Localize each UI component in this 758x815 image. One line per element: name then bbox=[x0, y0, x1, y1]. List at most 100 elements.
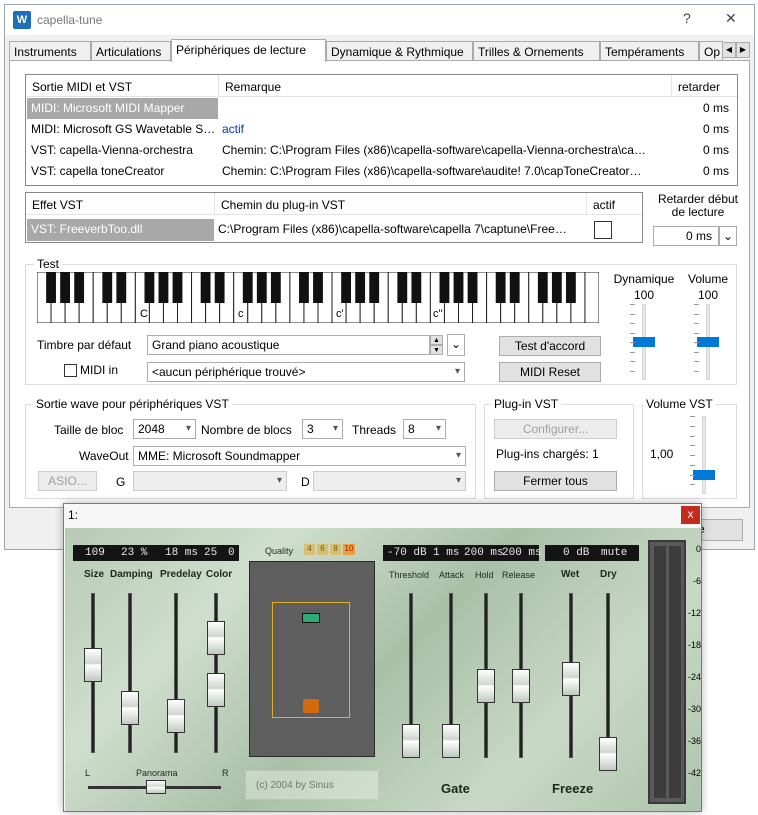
list-item[interactable]: VST: capella toneCreator Chemin: C:\Prog… bbox=[27, 161, 736, 182]
black-key[interactable] bbox=[116, 272, 127, 303]
column-header-remark[interactable]: Remarque bbox=[219, 75, 672, 97]
black-key[interactable] bbox=[172, 272, 183, 303]
dynamics-slider[interactable] bbox=[630, 304, 656, 380]
black-key[interactable] bbox=[144, 272, 155, 303]
black-key[interactable] bbox=[74, 272, 85, 303]
block-size-select[interactable]: 2048 ▾ bbox=[133, 419, 196, 439]
predelay-fader[interactable] bbox=[167, 699, 185, 733]
tab-instruments[interactable]: Instruments bbox=[9, 41, 91, 61]
d-select[interactable]: ▾ bbox=[313, 471, 466, 491]
color-fader-2[interactable] bbox=[207, 673, 225, 707]
black-key[interactable] bbox=[102, 272, 113, 303]
black-key[interactable] bbox=[214, 272, 225, 303]
black-key[interactable] bbox=[341, 272, 352, 303]
black-key[interactable] bbox=[270, 272, 281, 303]
panorama-knob[interactable] bbox=[146, 780, 166, 794]
tab-peripheriques[interactable]: Périphériques de lecture bbox=[171, 39, 326, 62]
piano-keyboard[interactable]: C c c' c'' bbox=[36, 271, 600, 324]
black-key[interactable] bbox=[467, 272, 478, 303]
column-header-output[interactable]: Sortie MIDI et VST bbox=[26, 75, 219, 97]
close-all-button[interactable]: Fermer tous bbox=[494, 471, 617, 491]
quality-4-button[interactable]: 4 bbox=[304, 544, 315, 555]
tab-options[interactable]: Op bbox=[699, 41, 723, 61]
dry-fader[interactable] bbox=[599, 737, 617, 771]
xy-pad[interactable] bbox=[249, 561, 375, 757]
waveout-select[interactable]: MME: Microsoft Soundmapper ▾ bbox=[133, 446, 466, 466]
speaker-icon[interactable] bbox=[302, 613, 320, 623]
tab-trilles[interactable]: Trilles & Ornements bbox=[473, 41, 600, 61]
black-key[interactable] bbox=[551, 272, 562, 303]
vst-volume-slider[interactable] bbox=[690, 416, 716, 494]
black-key[interactable] bbox=[369, 272, 380, 303]
list-item[interactable]: MIDI: Microsoft GS Wavetable S… actif 0 … bbox=[27, 119, 736, 140]
list-item[interactable]: VST: FreeverbToo.dll C:\Program Files (x… bbox=[27, 219, 641, 241]
volume-slider[interactable] bbox=[694, 304, 720, 380]
spin-up-icon[interactable]: ▲ bbox=[430, 335, 443, 345]
tab-scroll-right-icon[interactable]: ▶ bbox=[736, 42, 750, 58]
chevron-down-icon[interactable]: ⌄ bbox=[447, 334, 465, 356]
black-key[interactable] bbox=[242, 272, 253, 303]
column-header-path[interactable]: Chemin du plug-in VST bbox=[215, 193, 587, 215]
tab-articulations[interactable]: Articulations bbox=[91, 41, 171, 61]
quality-10-button[interactable]: 10 bbox=[343, 544, 355, 555]
quality-8-button[interactable]: 8 bbox=[330, 544, 341, 555]
quality-6-button[interactable]: 6 bbox=[317, 544, 328, 555]
asio-button[interactable]: ASIO... bbox=[38, 471, 97, 491]
size-fader[interactable] bbox=[84, 648, 102, 682]
damping-fader[interactable] bbox=[121, 691, 139, 725]
attack-fader[interactable] bbox=[442, 724, 460, 758]
tab-scroll-left-icon[interactable]: ◀ bbox=[722, 42, 736, 58]
block-count-select[interactable]: 3 ▾ bbox=[302, 419, 343, 439]
piano-keys[interactable] bbox=[36, 271, 600, 324]
color-fader[interactable] bbox=[207, 621, 225, 655]
threshold-fader[interactable] bbox=[402, 724, 420, 758]
help-button[interactable]: ? bbox=[683, 10, 691, 26]
vst-effect-list[interactable]: Effet VST Chemin du plug-in VST actif VS… bbox=[25, 192, 643, 243]
test-chord-button[interactable]: Test d'accord bbox=[499, 336, 601, 356]
black-key[interactable] bbox=[397, 272, 408, 303]
black-key[interactable] bbox=[453, 272, 464, 303]
black-key[interactable] bbox=[313, 272, 323, 303]
column-header-delay[interactable]: retarder bbox=[672, 75, 736, 97]
black-key[interactable] bbox=[256, 272, 267, 303]
hold-fader[interactable] bbox=[477, 669, 495, 703]
black-key[interactable] bbox=[509, 272, 520, 303]
slider-thumb[interactable] bbox=[697, 337, 719, 347]
black-key[interactable] bbox=[200, 272, 211, 303]
midi-in-checkbox[interactable] bbox=[64, 364, 77, 377]
black-key[interactable] bbox=[537, 272, 548, 303]
black-key[interactable] bbox=[299, 272, 309, 303]
list-item[interactable]: MIDI: Microsoft MIDI Mapper 0 ms bbox=[27, 98, 736, 119]
effect-active-checkbox[interactable] bbox=[594, 221, 612, 239]
black-key[interactable] bbox=[565, 272, 576, 303]
close-button[interactable]: ✕ bbox=[725, 10, 737, 27]
midi-device-select[interactable]: <aucun périphérique trouvé> ▾ bbox=[147, 362, 465, 382]
delay-start-input[interactable]: 0 ms bbox=[653, 226, 719, 246]
wet-fader[interactable] bbox=[562, 662, 580, 696]
close-icon[interactable]: x bbox=[681, 506, 700, 524]
black-key[interactable] bbox=[495, 272, 506, 303]
release-fader[interactable] bbox=[512, 669, 530, 703]
tab-dynamique[interactable]: Dynamique & Rythmique bbox=[326, 41, 473, 61]
timbre-input[interactable]: Grand piano acoustique bbox=[147, 335, 430, 355]
configure-button[interactable]: Configurer... bbox=[494, 419, 617, 439]
black-key[interactable] bbox=[355, 272, 366, 303]
midi-reset-button[interactable]: MIDI Reset bbox=[499, 362, 601, 382]
black-key[interactable] bbox=[411, 272, 422, 303]
black-key[interactable] bbox=[60, 272, 71, 303]
spin-down-icon[interactable]: ▼ bbox=[430, 345, 443, 355]
midi-output-list[interactable]: Sortie MIDI et VST Remarque retarder MID… bbox=[25, 74, 738, 186]
black-key[interactable] bbox=[46, 272, 56, 303]
column-header-effect[interactable]: Effet VST bbox=[26, 193, 215, 215]
listener-icon[interactable] bbox=[303, 699, 319, 713]
threads-select[interactable]: 8 ▾ bbox=[403, 419, 446, 439]
black-key[interactable] bbox=[158, 272, 169, 303]
white-key[interactable] bbox=[584, 271, 600, 324]
black-key[interactable] bbox=[439, 272, 450, 303]
tab-temperaments[interactable]: Tempéraments bbox=[600, 41, 699, 61]
list-item[interactable]: VST: capella-Vienna-orchestra Chemin: C:… bbox=[27, 140, 736, 161]
slider-thumb[interactable] bbox=[633, 337, 655, 347]
chevron-down-icon[interactable]: ⌄ bbox=[719, 226, 737, 246]
column-header-active[interactable]: actif bbox=[587, 193, 641, 215]
g-select[interactable]: ▾ bbox=[133, 471, 287, 491]
